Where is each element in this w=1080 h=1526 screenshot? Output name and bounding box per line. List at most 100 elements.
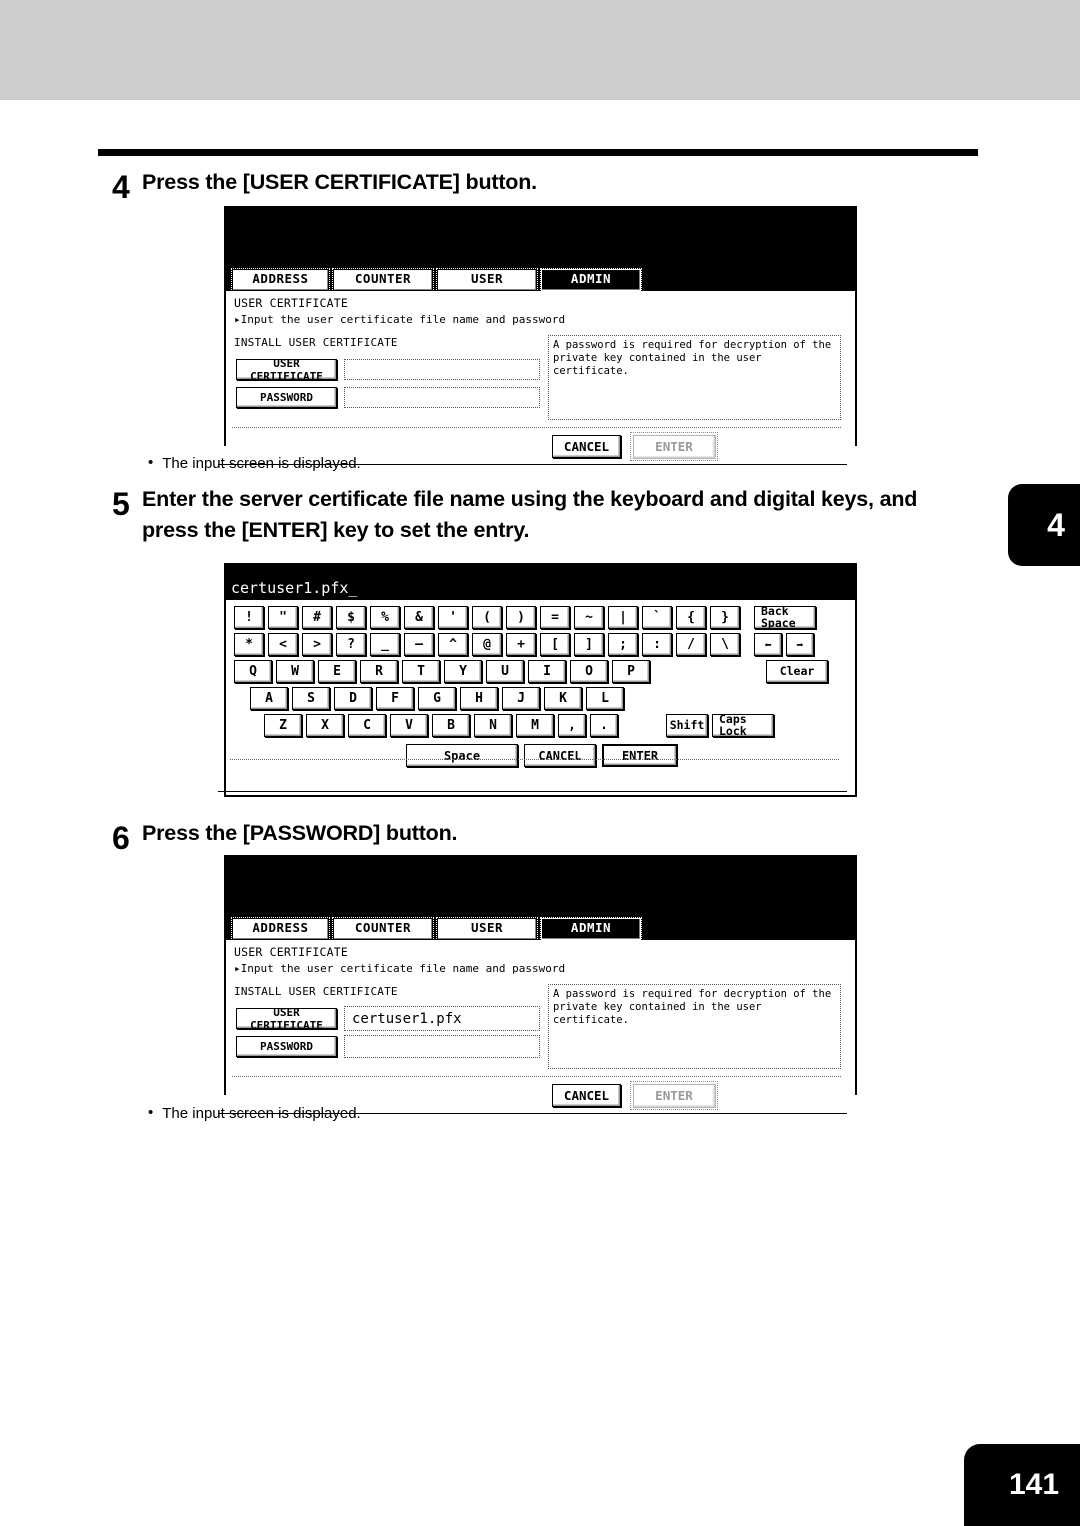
enter-button-wrapper-2[interactable]: ENTER [630,1081,718,1110]
keyboard-enter-button[interactable]: ENTER [602,744,678,767]
key-m[interactable]: M [516,714,554,737]
password-button-2[interactable]: PASSWORD [236,1036,337,1057]
tab-user[interactable]: USER [436,268,538,292]
keyboard-keys-area: ! " # $ % & ' ( ) = ~ | ` { } Back Space… [218,600,855,795]
tab-admin[interactable]: ADMIN [540,268,642,292]
key-backtick[interactable]: ` [642,606,672,629]
key-p[interactable]: P [612,660,650,683]
step-4-heading: 4 Press the [USER CERTIFICATE] button. [112,167,972,203]
key-greater-than[interactable]: > [302,633,332,656]
key-at[interactable]: @ [472,633,502,656]
key-h[interactable]: H [460,687,498,710]
key-quote[interactable]: " [268,606,298,629]
arrow-left-icon[interactable]: ⬅ [754,633,782,656]
panel-prompt: ▸Input the user certificate file name an… [234,313,566,326]
key-paren-close[interactable]: ) [506,606,536,629]
tab-counter[interactable]: COUNTER [332,268,434,292]
key-brace-close[interactable]: } [710,606,740,629]
key-x[interactable]: X [306,714,344,737]
key-dash[interactable]: — [404,633,434,656]
key-pipe[interactable]: | [608,606,638,629]
key-period[interactable]: . [590,714,618,737]
password-button[interactable]: PASSWORD [236,387,337,408]
key-paren-open[interactable]: ( [472,606,502,629]
key-caret[interactable]: ^ [438,633,468,656]
key-e[interactable]: E [318,660,356,683]
user-certificate-field[interactable] [344,359,540,380]
key-q[interactable]: Q [234,660,272,683]
key-question[interactable]: ? [336,633,366,656]
key-u[interactable]: U [486,660,524,683]
key-apostrophe[interactable]: ' [438,606,468,629]
key-backslash[interactable]: \ [710,633,740,656]
key-space[interactable]: Space [406,744,518,767]
keyboard-cancel-button[interactable]: CANCEL [524,744,596,767]
key-equals[interactable]: = [540,606,570,629]
user-certificate-button[interactable]: USER CERTIFICATE [236,357,337,383]
enter-button-2[interactable]: ENTER [632,1083,716,1108]
key-brace-open[interactable]: { [676,606,706,629]
key-ampersand[interactable]: & [404,606,434,629]
key-t[interactable]: T [402,660,440,683]
help-message-box: A password is required for decryption of… [548,335,841,420]
key-a[interactable]: A [250,687,288,710]
tab-user-2[interactable]: USER [436,917,538,941]
password-field-2[interactable] [344,1035,540,1058]
key-bracket-open[interactable]: [ [540,633,570,656]
key-plus[interactable]: + [506,633,536,656]
key-v[interactable]: V [390,714,428,737]
tab-address[interactable]: ADDRESS [231,268,330,292]
key-less-than[interactable]: < [268,633,298,656]
key-d[interactable]: D [334,687,372,710]
key-k[interactable]: K [544,687,582,710]
panel-title-2: USER CERTIFICATE [234,945,348,959]
step-5-number: 5 [112,486,130,522]
key-back-space[interactable]: Back Space [754,605,816,629]
key-underscore[interactable]: _ [370,633,400,656]
key-z[interactable]: Z [264,714,302,737]
tab-admin-2[interactable]: ADMIN [540,917,642,941]
key-s[interactable]: S [292,687,330,710]
key-i[interactable]: I [528,660,566,683]
lcd-panel-user-certificate-filled[interactable]: ADDRESS COUNTER USER ADMIN USER CERTIFIC… [218,855,857,1176]
key-comma[interactable]: , [558,714,586,737]
arrow-right-icon[interactable]: ➡ [786,633,814,656]
key-exclam[interactable]: ! [234,606,264,629]
key-y[interactable]: Y [444,660,482,683]
password-field[interactable] [344,387,540,408]
key-semicolon[interactable]: ; [608,633,638,656]
user-certificate-field-2[interactable]: certuser1.pfx [344,1006,540,1031]
keyboard-row-symbols-2: * < > ? _ — ^ @ + [ ] ; : / \ ⬅ ➡ [234,633,847,656]
enter-button[interactable]: ENTER [632,434,716,459]
tab-counter-2[interactable]: COUNTER [332,917,434,941]
key-c[interactable]: C [348,714,386,737]
key-j[interactable]: J [502,687,540,710]
lcd-panel-keyboard[interactable]: certuser1.pfx_ ! " # $ % & ' ( ) = ~ | `… [218,563,857,797]
cancel-button-2[interactable]: CANCEL [552,1084,621,1107]
key-colon[interactable]: : [642,633,672,656]
key-percent[interactable]: % [370,606,400,629]
tab-address-2[interactable]: ADDRESS [231,917,330,941]
key-o[interactable]: O [570,660,608,683]
key-hash[interactable]: # [302,606,332,629]
key-slash[interactable]: / [676,633,706,656]
key-clear[interactable]: Clear [766,660,828,683]
cancel-button[interactable]: CANCEL [552,435,621,458]
key-dollar[interactable]: $ [336,606,366,629]
key-r[interactable]: R [360,660,398,683]
key-w[interactable]: W [276,660,314,683]
lcd-panel-user-certificate[interactable]: ADDRESS COUNTER USER ADMIN USER CERTIFIC… [218,206,857,527]
key-g[interactable]: G [418,687,456,710]
key-shift[interactable]: Shift [666,714,708,737]
key-asterisk[interactable]: * [234,633,264,656]
key-n[interactable]: N [474,714,512,737]
key-l[interactable]: L [586,687,624,710]
key-bracket-close[interactable]: ] [574,633,604,656]
key-caps-lock[interactable]: Caps Lock [712,713,774,737]
caption-text: The input screen is displayed. [162,455,361,472]
enter-button-wrapper[interactable]: ENTER [630,432,718,461]
key-tilde[interactable]: ~ [574,606,604,629]
key-b[interactable]: B [432,714,470,737]
key-f[interactable]: F [376,687,414,710]
user-certificate-button-2[interactable]: USER CERTIFICATE [236,1006,337,1032]
